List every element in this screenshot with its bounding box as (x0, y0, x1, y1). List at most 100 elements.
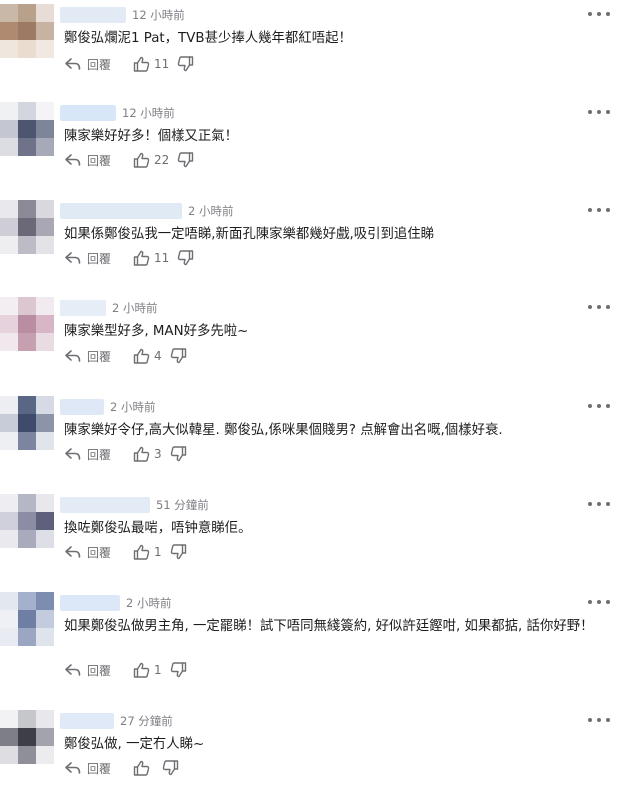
avatar[interactable] (0, 592, 54, 646)
dislike-button[interactable] (177, 152, 194, 168)
like-button[interactable]: 1 (133, 544, 162, 560)
reply-arrow-icon (64, 349, 82, 363)
thumbs-up-icon (133, 348, 150, 364)
like-button[interactable]: 22 (133, 152, 169, 168)
like-button[interactable]: 1 (133, 662, 162, 678)
thumbs-up-icon (133, 56, 150, 72)
comment-text: 如果係鄭俊弘我一定唔睇,新面孔陳家樂都幾好戲,吸引到追住睇 (64, 227, 435, 242)
reply-button[interactable]: 回覆 (64, 760, 111, 777)
reply-arrow-icon (64, 545, 82, 559)
thumbs-down-icon (177, 152, 194, 168)
username-blurred[interactable] (60, 300, 106, 316)
more-options-icon[interactable] (588, 497, 610, 511)
like-count: 3 (154, 447, 162, 461)
thumbs-up-icon (133, 544, 150, 560)
reply-button[interactable]: 回覆 (64, 446, 111, 463)
more-options-icon[interactable] (588, 203, 610, 217)
thumbs-down-icon (177, 250, 194, 266)
more-options-icon[interactable] (588, 399, 610, 413)
comment-actions: 回覆 1 (64, 542, 187, 562)
thumbs-down-icon (170, 446, 187, 462)
like-count: 11 (154, 251, 170, 265)
reply-label: 回覆 (87, 251, 112, 266)
avatar[interactable] (0, 494, 54, 548)
username-blurred[interactable] (60, 7, 126, 23)
reply-label: 回覆 (87, 349, 112, 364)
dislike-button[interactable] (170, 544, 187, 560)
username-blurred[interactable] (60, 713, 114, 729)
dislike-button[interactable] (170, 662, 187, 678)
comment-timestamp: 12 小時前 (122, 106, 175, 120)
reply-label: 回覆 (87, 545, 112, 560)
comment-text: 陳家樂好好多！個樣又正氣！ (64, 129, 239, 144)
reply-label: 回覆 (87, 57, 112, 72)
username-blurred[interactable] (60, 399, 104, 415)
comment-text: 如果鄭俊弘做男主角, 一定罷睇！試下唔同無綫簽約, 好似許廷鏗咁, 如果都掂, … (64, 619, 594, 634)
thumbs-up-icon (133, 662, 150, 678)
avatar[interactable] (0, 200, 54, 254)
comment-actions: 回覆 4 (64, 346, 187, 366)
like-button[interactable]: 4 (133, 348, 162, 364)
comment-actions: 回覆 22 (64, 150, 194, 170)
comment-meta: 2 小時前 (60, 299, 157, 317)
reply-button[interactable]: 回覆 (64, 152, 111, 169)
comment-meta: 2 小時前 (60, 202, 233, 220)
avatar[interactable] (0, 102, 54, 156)
comment-timestamp: 51 分鐘前 (156, 498, 209, 512)
comment-actions: 回覆 (64, 758, 179, 778)
reply-button[interactable]: 回覆 (64, 662, 111, 679)
comment-actions: 回覆 11 (64, 54, 194, 74)
more-options-icon[interactable] (588, 105, 610, 119)
comment-meta: 2 小時前 (60, 398, 155, 416)
more-options-icon[interactable] (588, 7, 610, 21)
comment-actions: 回覆 1 (64, 660, 187, 680)
username-blurred[interactable] (60, 497, 150, 513)
like-button[interactable]: 11 (133, 250, 169, 266)
avatar[interactable] (0, 297, 54, 351)
comment-text: 換咗鄭俊弘最啱，唔钟意睇佢。 (64, 521, 252, 536)
username-blurred[interactable] (60, 105, 116, 121)
dislike-button[interactable] (170, 446, 187, 462)
thumbs-down-icon (170, 544, 187, 560)
reply-label: 回覆 (87, 153, 112, 168)
reply-button[interactable]: 回覆 (64, 56, 111, 73)
comment-text: 鄭俊弘爛泥1 Pat，TVB甚少捧人幾年都紅唔起！ (64, 31, 352, 46)
thumbs-up-icon (133, 760, 150, 776)
comment-timestamp: 2 小時前 (188, 204, 234, 218)
more-options-icon[interactable] (588, 713, 610, 727)
comment-text: 陳家樂型好多, MAN好多先啦~ (64, 324, 249, 339)
reply-button[interactable]: 回覆 (64, 348, 111, 365)
reply-arrow-icon (64, 663, 82, 677)
username-blurred[interactable] (60, 595, 120, 611)
dislike-button[interactable] (162, 760, 179, 776)
like-button[interactable] (133, 760, 154, 776)
comment-meta: 12 小時前 (60, 104, 175, 122)
comment-meta: 27 分鐘前 (60, 712, 173, 730)
dislike-button[interactable] (177, 56, 194, 72)
username-blurred[interactable] (60, 203, 182, 219)
reply-arrow-icon (64, 447, 82, 461)
reply-label: 回覆 (87, 663, 112, 678)
like-button[interactable]: 11 (133, 56, 169, 72)
like-count: 1 (154, 545, 162, 559)
thumbs-down-icon (170, 662, 187, 678)
like-count: 11 (154, 57, 170, 71)
comment-timestamp: 2 小時前 (110, 400, 156, 414)
comment-text: 鄭俊弘做, 一定冇人睇~ (64, 737, 205, 752)
more-options-icon[interactable] (588, 595, 610, 609)
dislike-button[interactable] (170, 348, 187, 364)
more-options-icon[interactable] (588, 300, 610, 314)
reply-arrow-icon (64, 251, 82, 265)
like-button[interactable]: 3 (133, 446, 162, 462)
avatar[interactable] (0, 710, 54, 764)
avatar[interactable] (0, 4, 54, 58)
like-count: 4 (154, 349, 162, 363)
reply-button[interactable]: 回覆 (64, 544, 111, 561)
reply-arrow-icon (64, 153, 82, 167)
comment-actions: 回覆 11 (64, 248, 194, 268)
comment-timestamp: 2 小時前 (126, 596, 172, 610)
avatar[interactable] (0, 396, 54, 450)
comment-meta: 12 小時前 (60, 6, 185, 24)
dislike-button[interactable] (177, 250, 194, 266)
reply-button[interactable]: 回覆 (64, 250, 111, 267)
